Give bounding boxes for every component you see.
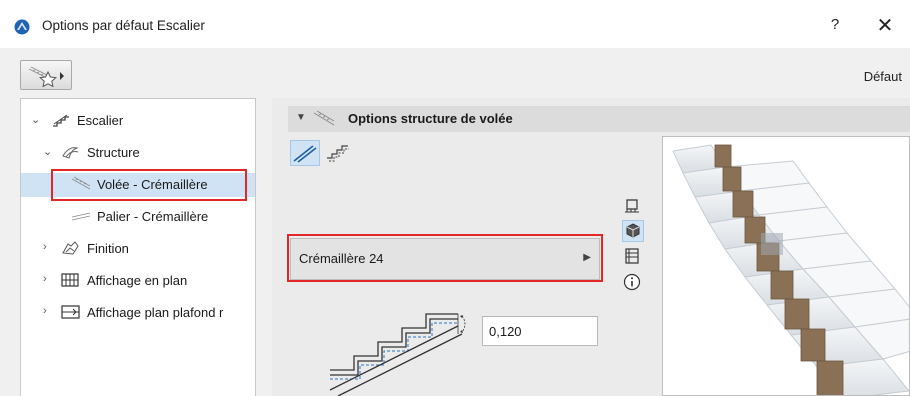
stepped-stringer-button[interactable] xyxy=(324,140,354,166)
favorites-button[interactable] xyxy=(20,60,72,90)
tree-item-affichage-en-plan[interactable]: › Affichage en plan xyxy=(21,269,255,293)
floor-plan-display-icon xyxy=(61,273,79,287)
section-view-icon xyxy=(625,248,639,264)
favorites-star-icon xyxy=(28,66,64,87)
landing-stringer-icon xyxy=(71,212,91,221)
3d-view-button[interactable] xyxy=(622,220,644,242)
window-title: Options par défaut Escalier xyxy=(42,18,205,33)
3d-preview xyxy=(662,136,910,396)
floor-plan-view-button[interactable] xyxy=(622,196,644,218)
tree-item-label: Affichage plan plafond r xyxy=(87,305,224,320)
inclined-stringer-icon xyxy=(293,145,317,163)
highlight-box xyxy=(287,234,603,282)
chevron-right-icon[interactable]: › xyxy=(43,305,55,319)
dialog-body: Défaut ⌄ Escalier ⌄ Structure Volée - Cr… xyxy=(0,48,910,396)
3d-view-icon xyxy=(626,223,640,238)
tree-item-label: Palier - Crémaillère xyxy=(97,209,209,224)
tree-item-structure[interactable]: ⌄ Structure xyxy=(21,141,255,165)
tree-item-finition[interactable]: › Finition xyxy=(21,237,255,261)
default-label: Défaut xyxy=(863,69,902,84)
tree-item-affichage-plan-plafond[interactable]: › Affichage plan plafond r xyxy=(21,301,255,325)
inclined-stringer-button[interactable] xyxy=(290,140,320,166)
tree-item-label: Finition xyxy=(87,241,129,256)
info-button[interactable] xyxy=(622,272,644,294)
structure-icon xyxy=(62,147,79,159)
title-bar: Options par défaut Escalier ? ✕ xyxy=(0,0,910,48)
stringer-thickness-input[interactable] xyxy=(482,316,598,346)
chevron-right-icon[interactable]: › xyxy=(43,273,55,287)
options-panel: ▼ Options structure de volée Crémaillère… xyxy=(272,98,910,396)
stair-3d-preview-image xyxy=(672,144,909,395)
stair-icon xyxy=(53,114,69,127)
ceiling-plan-icon xyxy=(61,305,80,319)
chevron-down-icon[interactable]: ⌄ xyxy=(43,145,55,159)
stepped-stringer-icon xyxy=(327,145,349,162)
tree-item-escalier[interactable]: ⌄ Escalier xyxy=(21,109,255,133)
highlight-box xyxy=(51,169,247,201)
tree-item-label: Affichage en plan xyxy=(87,273,188,288)
section-header[interactable]: ▼ Options structure de volée xyxy=(288,106,910,132)
flight-structure-icon xyxy=(313,110,335,126)
chevron-down-icon[interactable]: ⌄ xyxy=(31,113,43,127)
info-icon xyxy=(623,273,641,291)
chevron-right-icon[interactable]: › xyxy=(43,241,55,255)
settings-tree: ⌄ Escalier ⌄ Structure Volée - Crémaillè… xyxy=(20,98,256,396)
help-button[interactable]: ? xyxy=(824,16,846,38)
stringer-section-diagram xyxy=(329,313,466,396)
tree-item-palier-cremaillere[interactable]: Palier - Crémaillère xyxy=(21,205,255,229)
collapse-arrow-icon[interactable]: ▼ xyxy=(296,112,306,123)
tree-item-label: Escalier xyxy=(77,113,124,128)
finish-icon xyxy=(62,241,79,255)
close-button[interactable]: ✕ xyxy=(870,13,900,39)
floor-plan-view-icon xyxy=(625,199,639,213)
section-title: Options structure de volée xyxy=(348,111,513,126)
section-view-button[interactable] xyxy=(622,246,644,268)
archicad-logo-icon xyxy=(14,19,30,35)
tree-item-label: Structure xyxy=(87,145,140,160)
